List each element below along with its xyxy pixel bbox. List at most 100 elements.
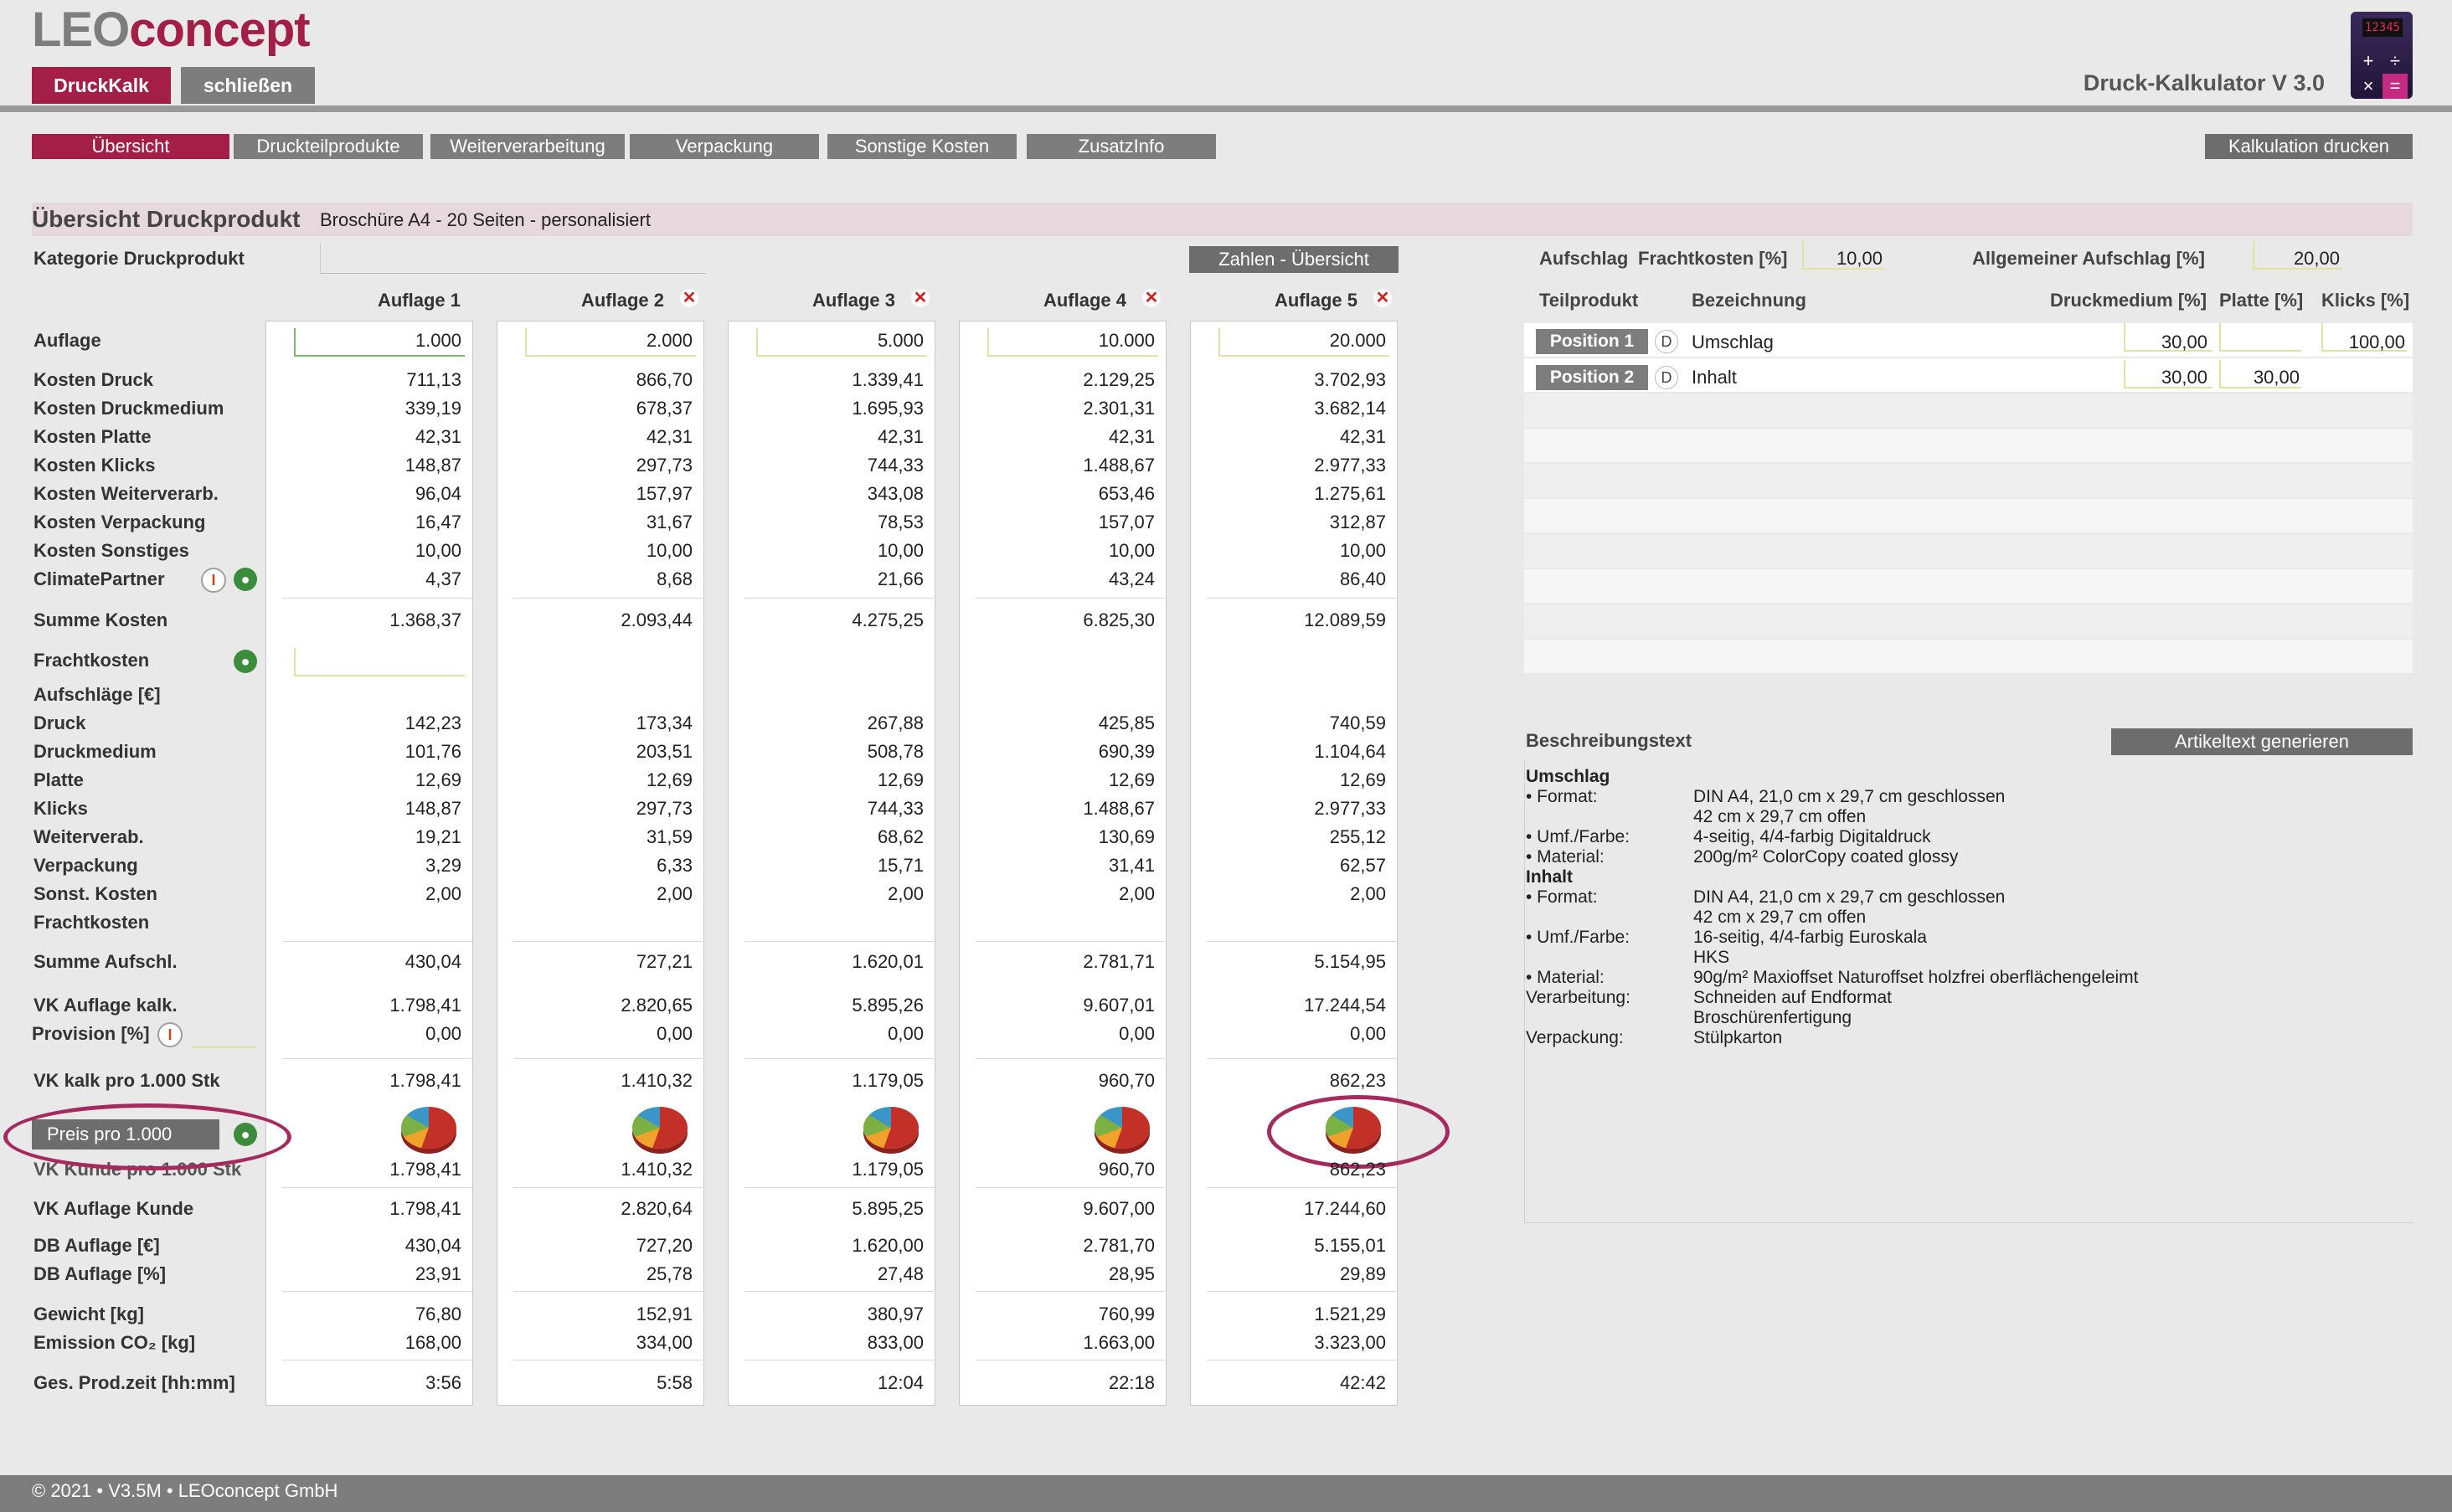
row-divider: [1207, 598, 1396, 599]
row-divider: [513, 941, 703, 942]
remove-auflage-4-icon[interactable]: ✕: [1142, 289, 1161, 307]
auflage-5-auflage[interactable]: 20.000: [1218, 330, 1386, 352]
druckkalk-button[interactable]: DruckKalk: [32, 67, 171, 104]
auflage-1-a-sonst: 2,00: [425, 883, 461, 904]
auflage-3-a-druckmedium: 508,78: [867, 741, 924, 762]
remove-auflage-5-icon[interactable]: ✕: [1373, 289, 1392, 307]
close-button[interactable]: schließen: [181, 67, 315, 104]
tab-druckteilprodukte[interactable]: Druckteilprodukte: [234, 134, 423, 159]
tab-verpackung[interactable]: Verpackung: [630, 134, 819, 159]
remove-auflage-2-icon[interactable]: ✕: [680, 289, 698, 307]
auflage-3-vk-auflage-kunde: 5.895,25: [852, 1198, 924, 1219]
zahlen-uebersicht-button[interactable]: Zahlen - Übersicht: [1189, 246, 1399, 273]
position-1-name: Umschlag: [1692, 332, 1774, 352]
description-key: • Format:: [1526, 887, 1598, 907]
auflage-3-a-platte: 12,69: [877, 769, 924, 790]
row-divider: [1207, 1291, 1396, 1292]
description-key: Verpackung:: [1526, 1028, 1624, 1047]
kategorie-field[interactable]: [320, 243, 706, 274]
climatepartner-info-icon[interactable]: I: [201, 568, 226, 593]
description-text-box[interactable]: [1524, 760, 2413, 1223]
description-value: DIN A4, 21,0 cm x 29,7 cm geschlossen: [1693, 887, 2006, 907]
auflage-4-a-druck: 425,85: [1098, 712, 1155, 733]
artikeltext-generieren-button[interactable]: Artikeltext generieren: [2111, 728, 2413, 755]
row-label-a-druckmedium: Druckmedium: [33, 741, 157, 762]
tab-weiterverarbeitung[interactable]: Weiterverarbeitung: [430, 134, 625, 159]
print-calculation-button[interactable]: Kalkulation drucken: [2205, 134, 2413, 159]
auflage-2-a-klicks: 297,73: [636, 798, 693, 819]
auflage-3-a-sonst: 2,00: [888, 883, 924, 904]
position-1-d-badge[interactable]: D: [1655, 330, 1678, 353]
row-divider: [744, 1291, 934, 1292]
description-value: 4-seitig, 4/4-farbig Digitaldruck: [1693, 827, 1931, 846]
auflage-1-kosten-platte: 42,31: [415, 426, 461, 447]
footer-bar: [0, 1475, 2452, 1512]
tab-zusatzinfo[interactable]: ZusatzInfo: [1027, 134, 1216, 159]
auflage-3-gewicht: 380,97: [867, 1304, 924, 1324]
row-divider: [976, 598, 1165, 599]
pie-chart-icon[interactable]: [632, 1107, 688, 1149]
row-label-vk-auflage-kalk: VK Auflage kalk.: [33, 995, 178, 1016]
provision-info-icon[interactable]: I: [157, 1022, 183, 1047]
auflage-1-auflage[interactable]: 1.000: [294, 330, 461, 352]
frachtkosten-1-input[interactable]: [294, 648, 465, 676]
description-key: • Material:: [1526, 847, 1605, 867]
calculator-icon[interactable]: 12345 + ÷ × =: [2351, 12, 2413, 99]
provision-input[interactable]: [191, 1020, 256, 1048]
pie-chart-icon[interactable]: [863, 1107, 919, 1149]
auflage-4-auflage[interactable]: 10.000: [987, 330, 1155, 352]
col-teilprodukt: Teilprodukt: [1539, 290, 1639, 311]
pie-chart-icon[interactable]: [1095, 1107, 1150, 1149]
position-1-button[interactable]: Position 1: [1536, 329, 1648, 354]
auflage-2-auflage[interactable]: 2.000: [525, 330, 693, 352]
auflage-3-provision: 0,00: [888, 1023, 924, 1044]
description-value: Schneiden auf Endformat: [1693, 988, 1892, 1007]
auflage-4-db-auflage-pct: 28,95: [1108, 1263, 1155, 1284]
auflage-1-kosten-druckmedium: 339,19: [404, 398, 461, 419]
auflage-4-climatepartner: 43,24: [1108, 568, 1155, 589]
auflage-4-gewicht: 760,99: [1098, 1304, 1155, 1324]
auflage-1-a-weiterverab: 19,21: [415, 826, 461, 847]
auflage-5-kosten-druckmedium: 3.682,14: [1314, 398, 1386, 419]
equals-icon: =: [2382, 74, 2408, 99]
position-1-platte-input[interactable]: [2219, 323, 2301, 352]
position-2-d-badge[interactable]: D: [1655, 366, 1678, 389]
auflage-1-header: Auflage 1: [377, 290, 461, 311]
position-2-button[interactable]: Position 2: [1536, 365, 1648, 390]
auflage-2-kosten-klicks: 297,73: [636, 455, 693, 476]
auflage-1-gewicht: 76,80: [415, 1304, 461, 1324]
row-label-prodzeit: Ges. Prod.zeit [hh:mm]: [33, 1372, 235, 1393]
divide-icon: ÷: [2389, 50, 2401, 71]
auflage-4-kosten-verpackung: 157,07: [1098, 512, 1155, 532]
section-title: Übersicht Druckprodukt: [32, 206, 301, 232]
description-value: 90g/m² Maxioffset Naturoffset holzfrei o…: [1693, 968, 2139, 987]
remove-auflage-3-icon[interactable]: ✕: [911, 289, 930, 307]
calculator-display: 12345: [2362, 18, 2403, 37]
pie-chart-icon[interactable]: [1326, 1107, 1381, 1149]
description-key: • Format:: [1526, 787, 1598, 806]
auflage-4-a-verpackung: 31,41: [1108, 855, 1155, 876]
auflage-4-vk-kalk-pro-1000: 960,70: [1098, 1070, 1155, 1091]
auflage-2-vk-kalk-pro-1000: 1.410,32: [621, 1070, 693, 1091]
row-label-db-auflage-eur: DB Auflage [€]: [33, 1235, 160, 1256]
row-divider: [282, 1187, 471, 1188]
auflage-3-a-klicks: 744,33: [867, 798, 924, 819]
pie-chart-icon[interactable]: [401, 1107, 456, 1149]
tab-sonstige-kosten[interactable]: Sonstige Kosten: [827, 134, 1017, 159]
climatepartner-globe-icon[interactable]: ●: [234, 568, 257, 591]
auflage-5-kosten-druck: 3.702,93: [1314, 369, 1386, 390]
description-key: • Umf./Farbe:: [1526, 827, 1630, 846]
description-key: • Material:: [1526, 968, 1605, 987]
auflage-3-auflage[interactable]: 5.000: [756, 330, 924, 352]
auflage-5-db-auflage-pct: 29,89: [1339, 1263, 1386, 1284]
auflage-4-vk-kunde-pro-1000: 960,70: [1098, 1159, 1155, 1180]
multiply-icon: ×: [2362, 75, 2374, 96]
auflage-3-db-auflage-pct: 27,48: [877, 1263, 924, 1284]
auflage-4-a-druckmedium: 690,39: [1098, 741, 1155, 762]
auflage-4-kosten-sonstiges: 10,00: [1108, 540, 1155, 561]
row-label-vk-auflage-kunde: VK Auflage Kunde: [33, 1198, 194, 1219]
auflage-5-kosten-weiterverarb: 1.275,61: [1314, 483, 1386, 504]
row-divider: [282, 941, 471, 942]
frachtkosten-globe-icon[interactable]: ●: [234, 650, 257, 673]
tab-uebersicht[interactable]: Übersicht: [32, 134, 229, 159]
